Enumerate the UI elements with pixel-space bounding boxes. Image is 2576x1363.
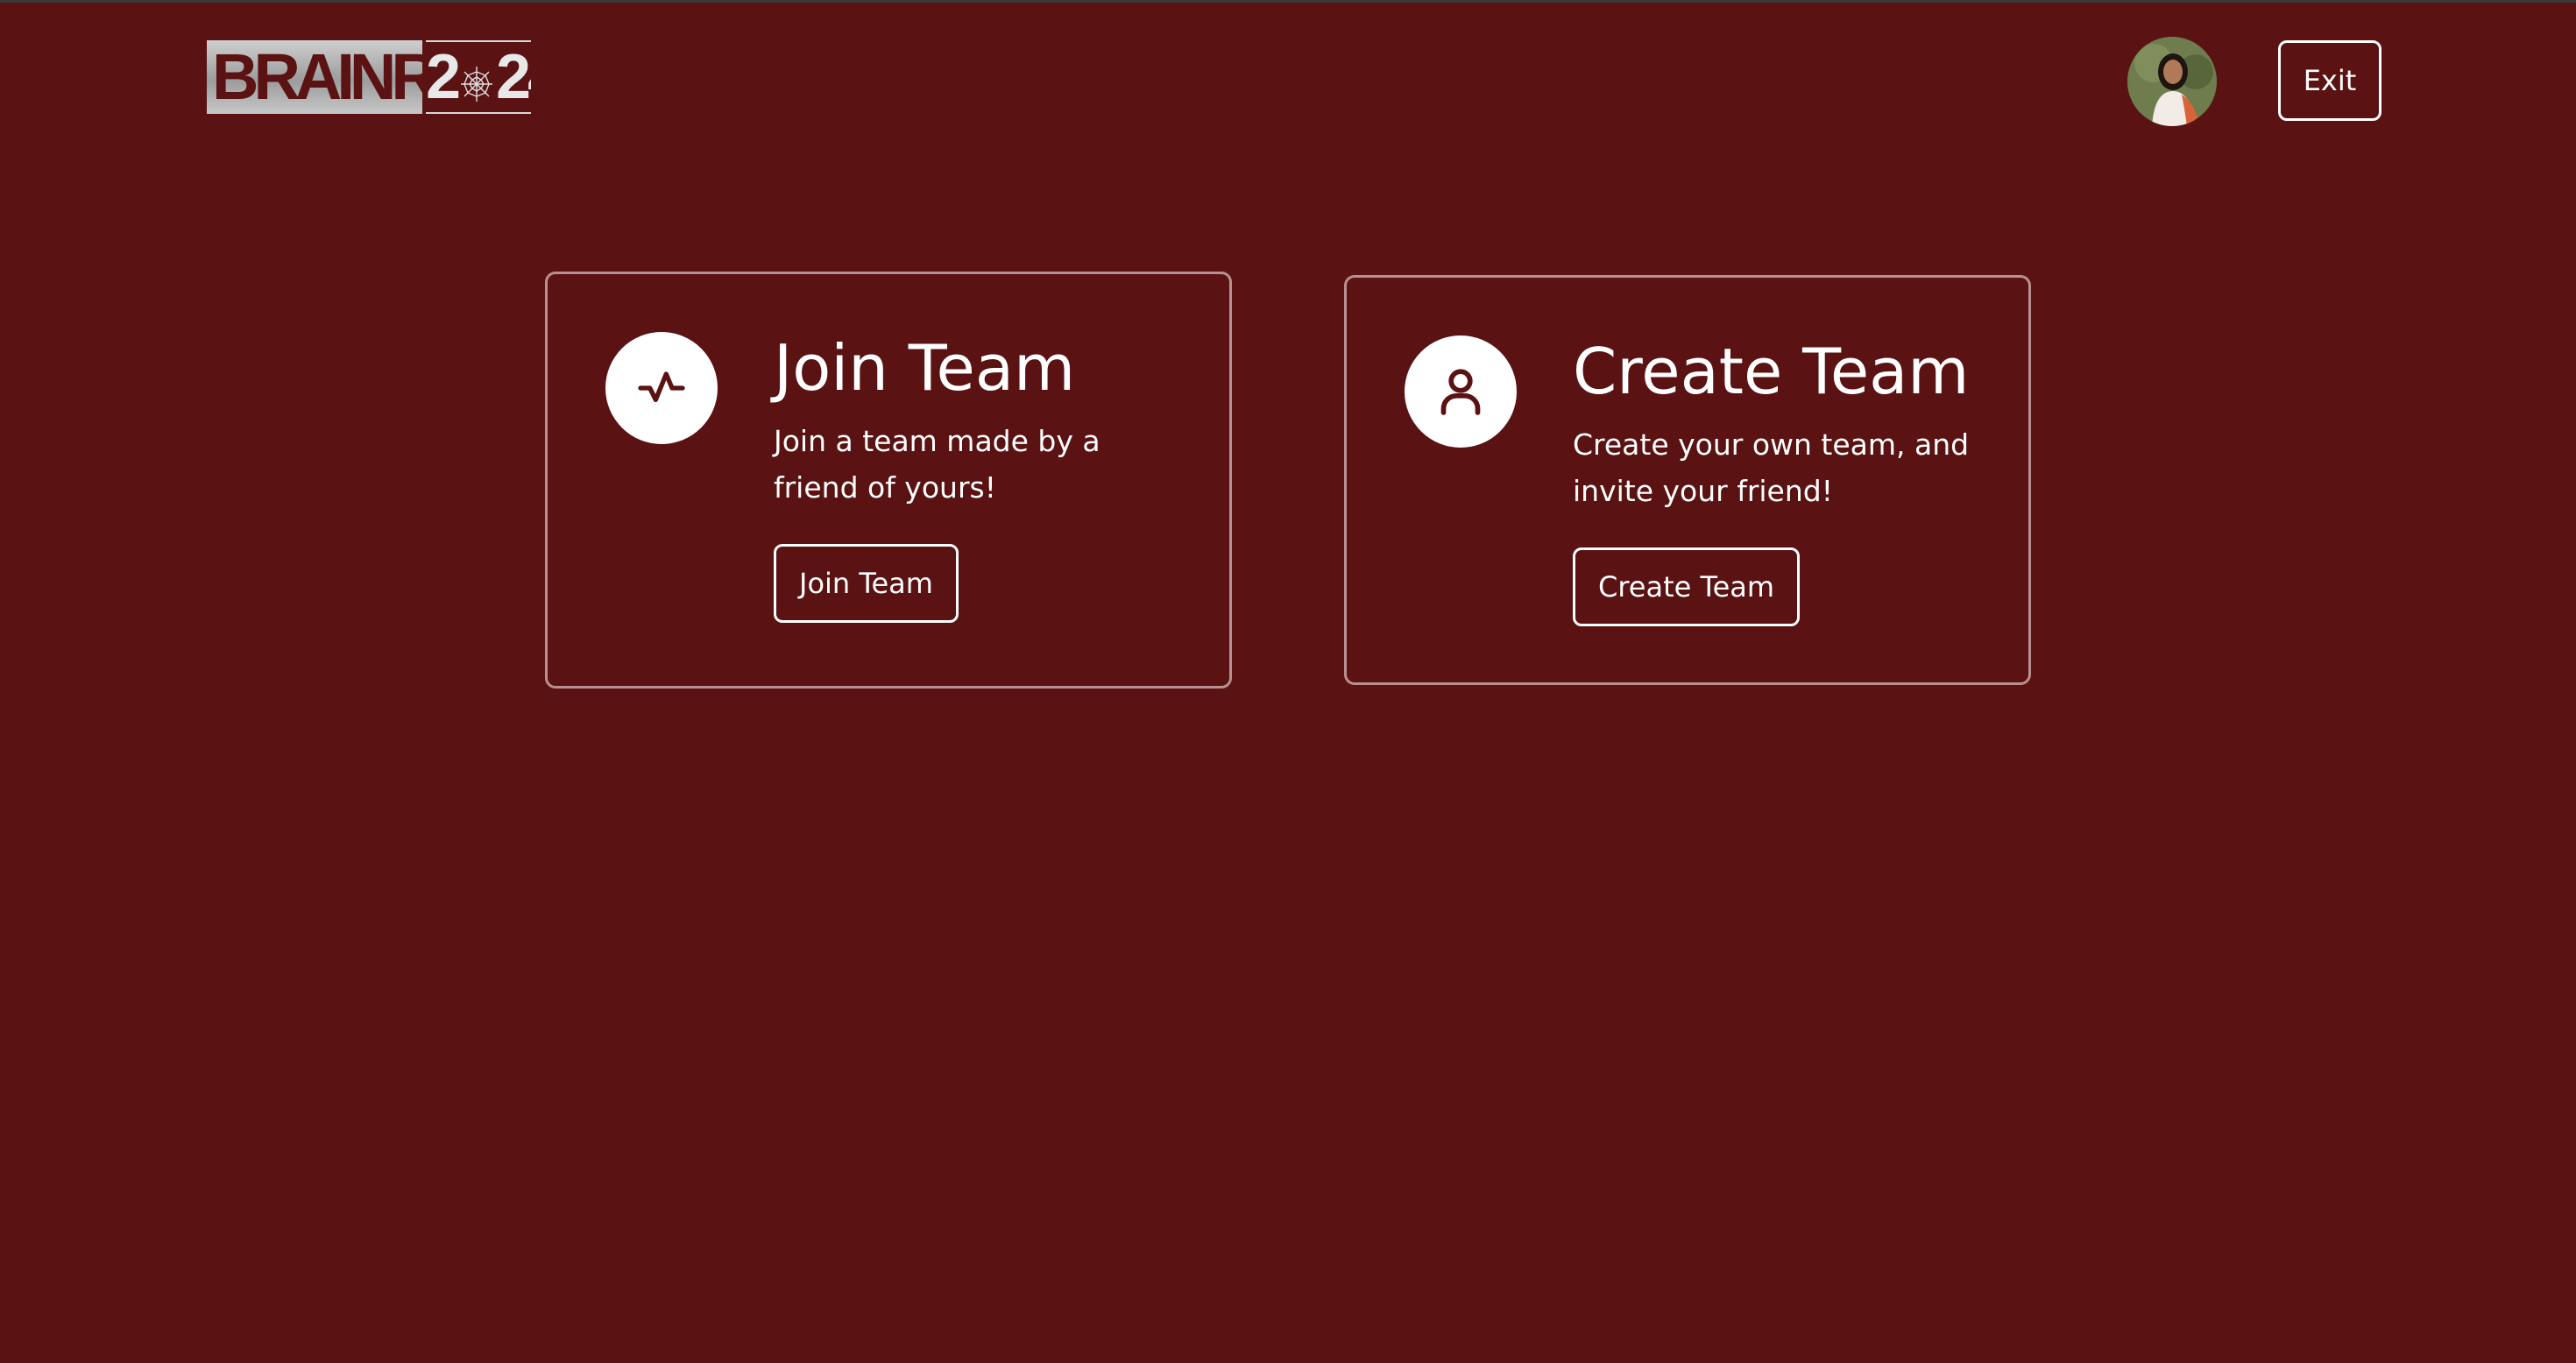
avatar[interactable]	[2127, 37, 2217, 126]
create-team-card-body: Create Team Create your own team, and in…	[1573, 332, 1985, 626]
activity-pulse-icon	[638, 371, 685, 402]
create-team-card: Create Team Create your own team, and in…	[1344, 275, 2031, 685]
user-avatar-photo-icon	[2127, 37, 2217, 126]
create-team-title: Create Team	[1573, 335, 1970, 408]
create-team-icon-badge	[1405, 335, 1517, 448]
create-team-button[interactable]: Create Team	[1573, 547, 1801, 626]
join-team-icon-badge	[605, 332, 718, 444]
join-team-card-body: Join Team Join a team made by a friend o…	[774, 328, 1185, 623]
spider-web-icon	[459, 53, 494, 102]
join-team-card: Join Team Join a team made by a friend o…	[545, 272, 1232, 689]
top-border	[0, 0, 2576, 3]
join-team-button[interactable]: Join Team	[774, 544, 959, 623]
user-icon	[1440, 369, 1481, 415]
logo-year: 2 24	[426, 40, 531, 114]
exit-button[interactable]: Exit	[2278, 40, 2381, 121]
logo-year-end: 24	[496, 42, 531, 112]
logo-year-start: 2	[426, 42, 461, 112]
join-team-title: Join Team	[774, 331, 1076, 405]
create-team-description: Create your own team, and invite your fr…	[1573, 427, 1970, 508]
brainrush-logo[interactable]: BRAINRUSH 2 24	[207, 40, 531, 114]
join-team-description: Join a team made by a friend of yours!	[774, 424, 1100, 505]
logo-wordmark: BRAINRUSH	[207, 40, 422, 114]
